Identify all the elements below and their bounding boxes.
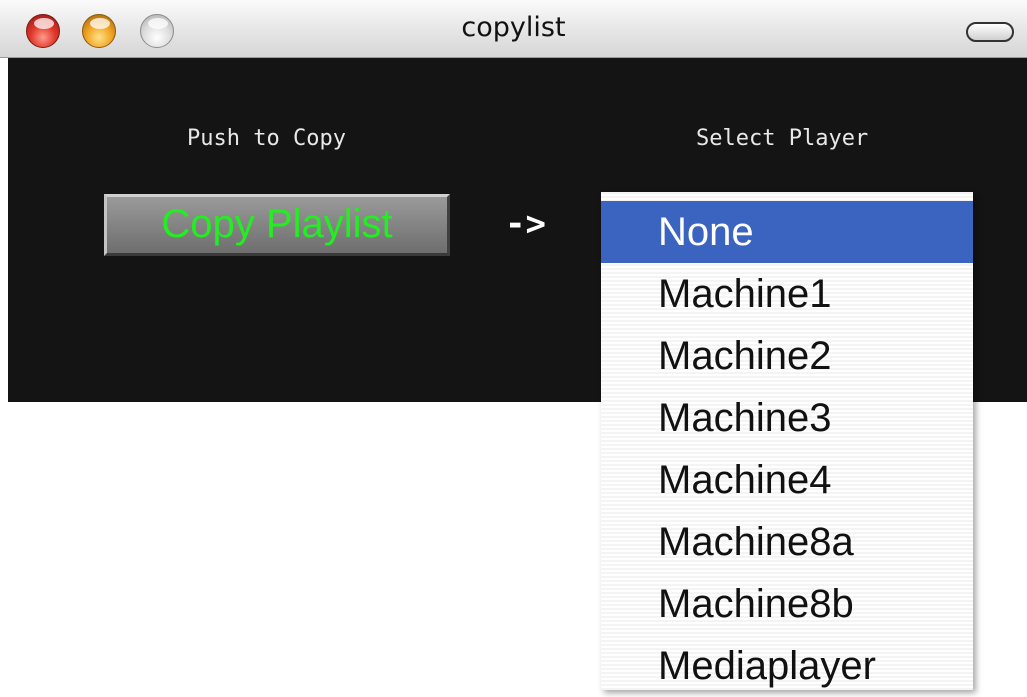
menu-item-player[interactable]: Machine8a — [601, 511, 973, 573]
menu-item-player[interactable]: Machine1 — [601, 263, 973, 325]
menu-item-player[interactable]: Machine8b — [601, 573, 973, 635]
menu-item-player[interactable]: Machine2 — [601, 325, 973, 387]
menu-item-player[interactable]: Mediaplayer — [601, 635, 973, 697]
menu-item-player[interactable]: Machine4 — [601, 449, 973, 511]
copy-playlist-button[interactable]: Copy Playlist — [104, 194, 450, 256]
window-titlebar[interactable]: copylist — [0, 0, 1027, 58]
toolbar-toggle-button[interactable] — [966, 22, 1014, 42]
menu-item-player[interactable]: None — [601, 201, 973, 263]
arrow-indicator: -> — [505, 204, 546, 244]
menu-item-player[interactable]: Machine3 — [601, 387, 973, 449]
player-select-menu[interactable]: None Machine1 Machine2 Machine3 Machine4… — [601, 192, 973, 690]
copy-playlist-button-label: Copy Playlist — [161, 202, 393, 246]
push-to-copy-label: Push to Copy — [187, 126, 346, 151]
select-player-label: Select Player — [696, 126, 869, 151]
window-title: copylist — [461, 12, 566, 43]
